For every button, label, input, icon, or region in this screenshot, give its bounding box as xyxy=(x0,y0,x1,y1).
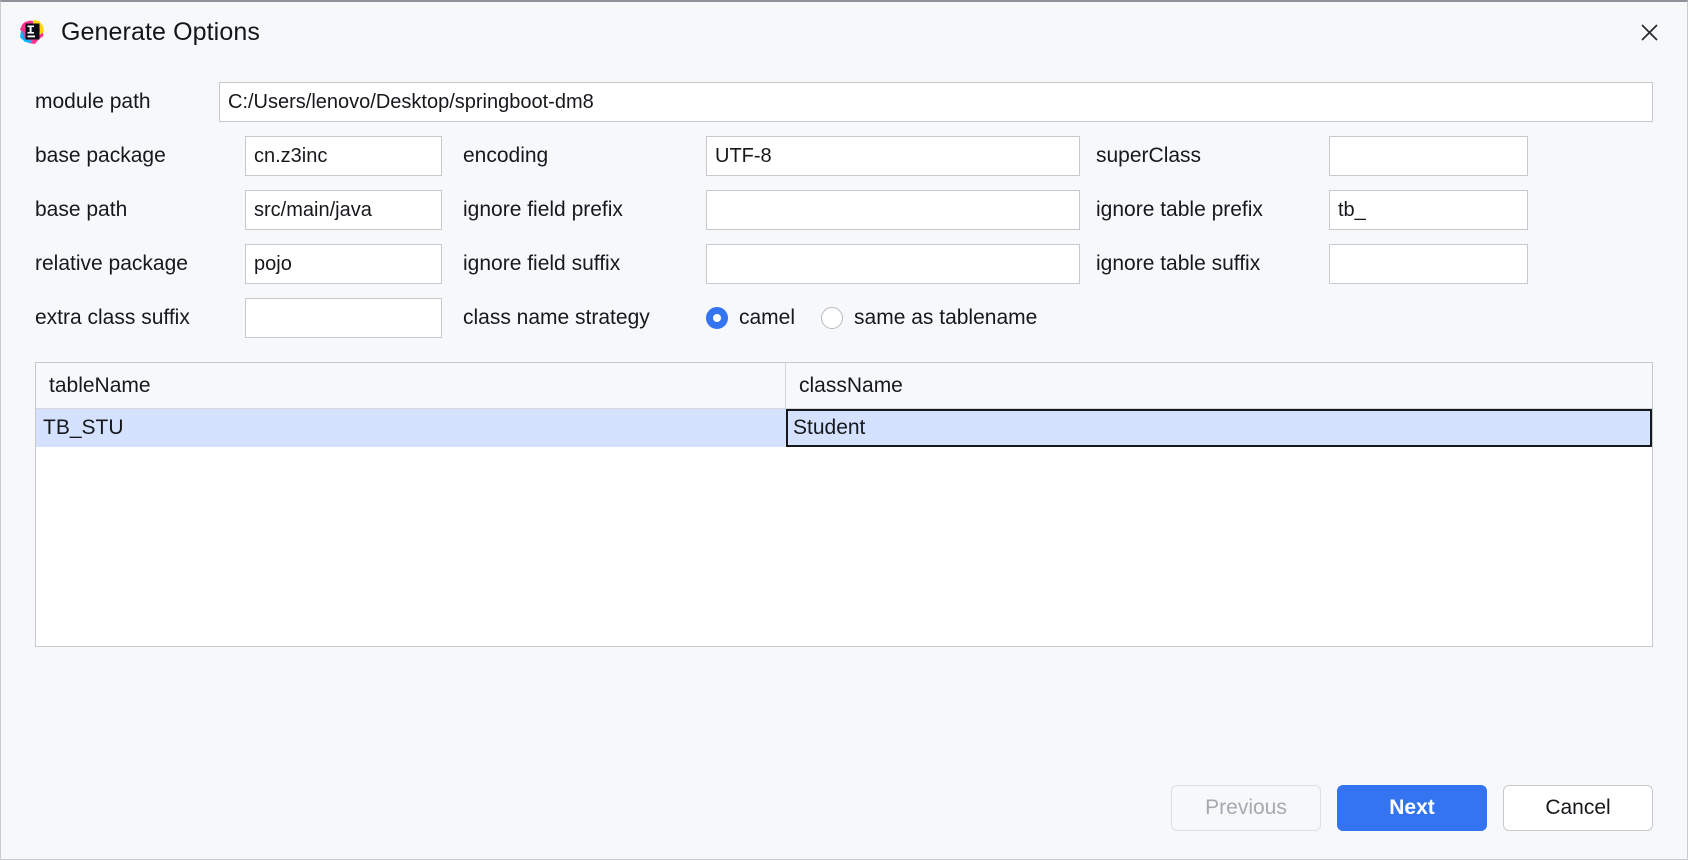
relative-package-input[interactable]: pojo xyxy=(245,244,442,284)
ignore-field-suffix-label: ignore field suffix xyxy=(463,252,621,275)
table-header-row: tableName className xyxy=(36,363,1652,409)
class-name-strategy-radio-group: camel same as tablename xyxy=(706,306,1037,330)
ignore-field-prefix-input[interactable] xyxy=(706,190,1080,230)
relative-package-label: relative package xyxy=(35,252,188,275)
module-path-label: module path xyxy=(35,90,151,113)
table-row[interactable]: TB_STU Student xyxy=(36,409,1652,447)
cell-tablename[interactable]: TB_STU xyxy=(36,409,786,447)
dialog-footer: Previous Next Cancel xyxy=(1,785,1687,859)
base-path-input[interactable]: src/main/java xyxy=(245,190,442,230)
close-icon[interactable] xyxy=(1627,11,1671,53)
form-row-base-package: base package cn.z3inc encoding UTF-8 sup… xyxy=(35,136,1653,176)
table-body: TB_STU Student xyxy=(36,409,1652,646)
generate-options-dialog: Generate Options module path C:/Users/le… xyxy=(0,0,1688,860)
next-button[interactable]: Next xyxy=(1337,785,1487,831)
base-package-label: base package xyxy=(35,144,166,167)
cell-classname-editor[interactable]: Student xyxy=(786,409,1652,447)
ignore-table-suffix-label: ignore table suffix xyxy=(1096,252,1261,275)
radio-same-as-tablename[interactable]: same as tablename xyxy=(821,306,1037,330)
column-header-classname[interactable]: className xyxy=(786,363,1652,408)
radio-unselected-icon xyxy=(821,307,844,329)
encoding-label: encoding xyxy=(463,144,549,167)
radio-camel-label: camel xyxy=(739,306,796,329)
super-class-label: superClass xyxy=(1096,144,1202,167)
column-header-tablename[interactable]: tableName xyxy=(36,363,786,408)
dialog-titlebar: Generate Options xyxy=(1,2,1687,62)
ignore-field-prefix-label: ignore field prefix xyxy=(463,198,623,221)
extra-class-suffix-input[interactable] xyxy=(245,298,442,338)
tables-grid[interactable]: tableName className TB_STU Student xyxy=(35,362,1653,647)
ignore-table-prefix-input[interactable]: tb_ xyxy=(1329,190,1528,230)
form-row-base-path: base path src/main/java ignore field pre… xyxy=(35,190,1653,230)
options-form: module path C:/Users/lenovo/Desktop/spri… xyxy=(1,62,1687,352)
previous-button[interactable]: Previous xyxy=(1171,785,1321,831)
cancel-button[interactable]: Cancel xyxy=(1503,785,1653,831)
extra-class-suffix-label: extra class suffix xyxy=(35,306,190,329)
radio-same-as-tablename-label: same as tablename xyxy=(854,306,1038,329)
module-path-input[interactable]: C:/Users/lenovo/Desktop/springboot-dm8 xyxy=(219,82,1653,122)
base-package-input[interactable]: cn.z3inc xyxy=(245,136,442,176)
encoding-input[interactable]: UTF-8 xyxy=(706,136,1080,176)
form-row-extra-class-suffix: extra class suffix class name strategy c… xyxy=(35,298,1653,338)
class-name-strategy-label: class name strategy xyxy=(463,306,650,329)
intellij-idea-icon xyxy=(19,19,45,45)
page-title: Generate Options xyxy=(61,17,260,46)
form-row-module-path: module path C:/Users/lenovo/Desktop/spri… xyxy=(35,82,1653,122)
ignore-table-suffix-input[interactable] xyxy=(1329,244,1528,284)
radio-camel[interactable]: camel xyxy=(706,306,795,330)
super-class-input[interactable] xyxy=(1329,136,1528,176)
base-path-label: base path xyxy=(35,198,128,221)
ignore-table-prefix-label: ignore table prefix xyxy=(1096,198,1263,221)
ignore-field-suffix-input[interactable] xyxy=(706,244,1080,284)
radio-selected-icon xyxy=(706,307,728,329)
form-row-relative-package: relative package pojo ignore field suffi… xyxy=(35,244,1653,284)
